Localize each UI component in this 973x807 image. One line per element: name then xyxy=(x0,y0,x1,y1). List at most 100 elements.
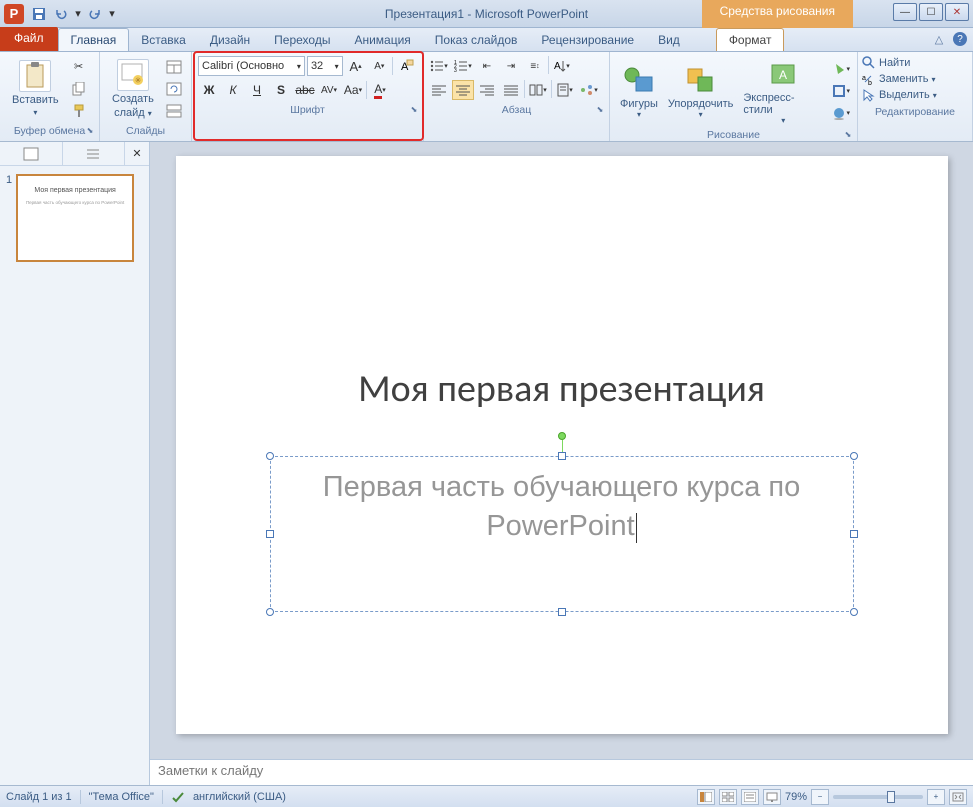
save-icon[interactable] xyxy=(30,5,48,23)
launcher-icon[interactable]: ⬊ xyxy=(84,126,96,138)
shapes-button[interactable]: Фигуры▾ xyxy=(616,60,662,121)
change-case-button[interactable]: Aa▾ xyxy=(342,80,364,100)
maximize-button[interactable]: ☐ xyxy=(919,3,943,21)
normal-view-button[interactable] xyxy=(697,789,715,805)
resize-handle-ne[interactable] xyxy=(850,452,858,460)
resize-handle-nw[interactable] xyxy=(266,452,274,460)
reading-view-button[interactable] xyxy=(741,789,759,805)
bold-button[interactable]: Ж xyxy=(198,80,220,100)
copy-icon[interactable] xyxy=(69,79,89,99)
arrange-button[interactable]: Упорядочить▾ xyxy=(664,60,737,121)
slideshow-view-button[interactable] xyxy=(763,789,781,805)
tab-design[interactable]: Дизайн xyxy=(198,29,262,51)
launcher-icon[interactable]: ⬊ xyxy=(594,105,606,117)
new-slide-button[interactable]: ✳ Создать слайд ▾ xyxy=(106,57,160,121)
slides-tab-icon[interactable] xyxy=(0,142,63,165)
find-button[interactable]: Найти xyxy=(862,56,968,70)
zoom-level[interactable]: 79% xyxy=(785,791,807,803)
font-color-button[interactable]: A▾ xyxy=(369,80,391,100)
paste-button[interactable]: Вставить ▾ xyxy=(6,58,65,119)
qat-customize-icon[interactable]: ▾ xyxy=(108,5,116,23)
format-painter-icon[interactable] xyxy=(69,101,89,121)
close-button[interactable]: ✕ xyxy=(945,3,969,21)
select-button[interactable]: Выделить ▾ xyxy=(862,88,968,102)
resize-handle-n[interactable] xyxy=(558,452,566,460)
numbering-button[interactable]: 123▾ xyxy=(452,56,474,76)
layout-icon[interactable] xyxy=(164,57,184,77)
resize-handle-s[interactable] xyxy=(558,608,566,616)
tab-animation[interactable]: Анимация xyxy=(342,29,422,51)
tab-view[interactable]: Вид xyxy=(646,29,692,51)
chevron-down-icon: ▾ xyxy=(148,109,152,118)
tab-insert[interactable]: Вставка xyxy=(129,29,198,51)
align-text-button[interactable]: ▾ xyxy=(554,80,576,100)
fit-window-button[interactable] xyxy=(949,789,967,805)
zoom-slider[interactable] xyxy=(833,795,923,799)
align-justify-button[interactable] xyxy=(500,80,522,100)
slide-title-text[interactable]: Моя первая презентация xyxy=(176,366,948,412)
help-icon[interactable]: ? xyxy=(953,32,967,46)
file-tab[interactable]: Файл xyxy=(0,27,58,51)
launcher-icon[interactable]: ⬊ xyxy=(408,105,420,117)
cut-icon[interactable]: ✂ xyxy=(69,57,89,77)
close-pane-icon[interactable]: ✕ xyxy=(125,142,149,165)
quick-styles-button[interactable]: A Экспресс-стили▾ xyxy=(739,54,827,127)
subtitle-placeholder[interactable]: Первая часть обучающего курса по PowerPo… xyxy=(270,456,854,612)
clear-format-button[interactable]: A xyxy=(395,56,417,76)
resize-handle-e[interactable] xyxy=(850,530,858,538)
contextual-tab-label: Средства рисования xyxy=(702,0,853,28)
resize-handle-se[interactable] xyxy=(850,608,858,616)
resize-handle-sw[interactable] xyxy=(266,608,274,616)
undo-dropdown-icon[interactable]: ▾ xyxy=(74,5,82,23)
underline-button[interactable]: Ч xyxy=(246,80,268,100)
shape-outline-icon[interactable]: ▾ xyxy=(831,81,851,101)
section-icon[interactable] xyxy=(164,101,184,121)
strikethrough-button[interactable]: abc xyxy=(294,80,316,100)
decrease-indent-button[interactable]: ⇤ xyxy=(476,56,498,76)
align-left-button[interactable] xyxy=(428,80,450,100)
shadow-button[interactable]: S xyxy=(270,80,292,100)
tab-slideshow[interactable]: Показ слайдов xyxy=(423,29,530,51)
tab-review[interactable]: Рецензирование xyxy=(529,29,646,51)
text-direction-button[interactable]: A▾ xyxy=(551,56,573,76)
line-spacing-button[interactable]: ≡↕ xyxy=(524,56,546,76)
char-spacing-button[interactable]: AV▾ xyxy=(318,80,340,100)
shrink-font-button[interactable]: A▾ xyxy=(368,56,390,76)
zoom-out-button[interactable]: − xyxy=(811,789,829,805)
increase-indent-button[interactable]: ⇥ xyxy=(500,56,522,76)
subtitle-text[interactable]: Первая часть обучающего курса по PowerPo… xyxy=(282,468,842,600)
ribbon-minimize-icon[interactable]: △ xyxy=(931,31,947,47)
zoom-thumb[interactable] xyxy=(887,791,895,803)
status-language[interactable]: английский (США) xyxy=(193,791,286,803)
new-slide-icon: ✳ xyxy=(117,59,149,91)
outline-tab-icon[interactable] xyxy=(63,142,126,165)
italic-button[interactable]: К xyxy=(222,80,244,100)
minimize-button[interactable]: — xyxy=(893,3,917,21)
align-right-button[interactable] xyxy=(476,80,498,100)
tab-format[interactable]: Формат xyxy=(716,28,785,51)
launcher-icon[interactable]: ⬊ xyxy=(842,130,854,142)
reset-icon[interactable] xyxy=(164,79,184,99)
slide[interactable]: Моя первая презентация Первая часть об xyxy=(176,156,948,734)
smartart-button[interactable]: ▾ xyxy=(578,80,600,100)
resize-handle-w[interactable] xyxy=(266,530,274,538)
notes-pane[interactable]: Заметки к слайду xyxy=(150,759,973,785)
tab-home[interactable]: Главная xyxy=(58,28,130,51)
redo-icon[interactable] xyxy=(86,5,104,23)
sorter-view-button[interactable] xyxy=(719,789,737,805)
columns-button[interactable]: ▾ xyxy=(527,80,549,100)
grow-font-button[interactable]: A▴ xyxy=(345,56,367,76)
align-center-button[interactable] xyxy=(452,80,474,100)
undo-icon[interactable] xyxy=(52,5,70,23)
tab-transitions[interactable]: Переходы xyxy=(262,29,342,51)
rotation-handle[interactable] xyxy=(558,432,566,440)
zoom-in-button[interactable]: + xyxy=(927,789,945,805)
bullets-button[interactable]: ▾ xyxy=(428,56,450,76)
shape-fill-icon[interactable]: ▾ xyxy=(831,59,851,79)
font-family-combo[interactable]: Calibri (Основно▾ xyxy=(198,56,305,76)
replace-button[interactable]: abЗаменить ▾ xyxy=(862,72,968,86)
spellcheck-icon[interactable] xyxy=(171,790,185,804)
font-size-combo[interactable]: 32▾ xyxy=(307,56,343,76)
slide-thumbnail[interactable]: 1 Моя первая презентация Первая часть об… xyxy=(0,166,149,270)
shape-effects-icon[interactable]: ▾ xyxy=(831,103,851,123)
